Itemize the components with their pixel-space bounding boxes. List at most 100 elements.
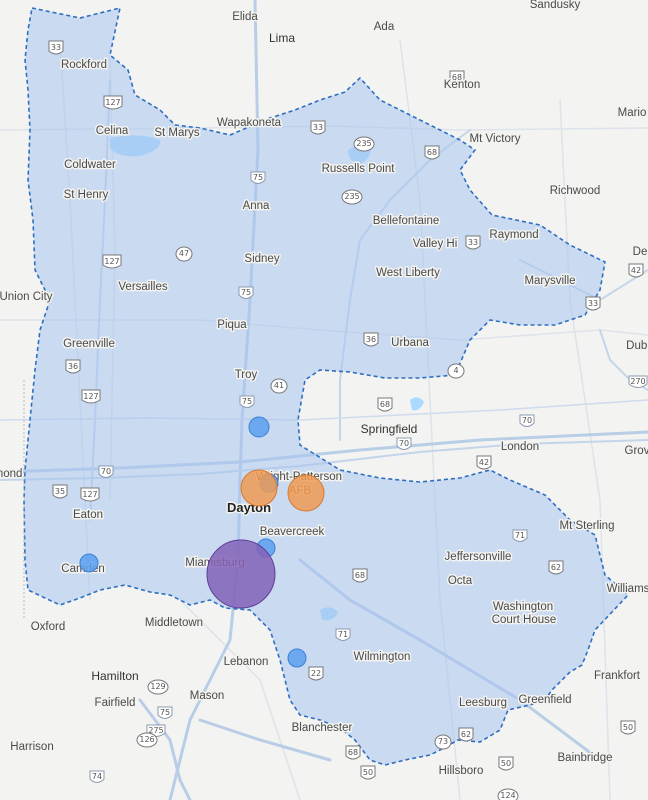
route-shield-number: 235 bbox=[356, 139, 371, 148]
route-71-shield-icon: 71 bbox=[335, 628, 351, 641]
place-label-troy: Troy bbox=[235, 369, 258, 381]
place-label-valley-hi: Valley Hi bbox=[413, 238, 458, 250]
route-35-shield-icon: 35 bbox=[52, 484, 68, 499]
route-shield-number: 50 bbox=[501, 759, 511, 768]
route-127-shield-icon: 127 bbox=[102, 254, 122, 269]
place-label-kenton: Kenton bbox=[444, 79, 480, 91]
route-70-shield-icon: 70 bbox=[98, 465, 114, 478]
route-shield-number: 127 bbox=[104, 257, 119, 266]
route-74-shield-icon: 74 bbox=[89, 770, 105, 783]
route-50-shield-icon: 50 bbox=[620, 720, 636, 735]
route-235-shield-icon: 235 bbox=[353, 136, 375, 152]
place-label-wapakoneta: Wapakoneta bbox=[217, 117, 282, 129]
route-47-shield-icon: 47 bbox=[175, 246, 193, 262]
route-shield-number: 33 bbox=[313, 123, 323, 132]
route-42-shield-icon: 42 bbox=[476, 455, 492, 470]
place-label-hillsboro: Hillsboro bbox=[439, 765, 484, 777]
route-50-shield-icon: 50 bbox=[498, 756, 514, 771]
place-label-london: London bbox=[501, 441, 539, 453]
place-label-elida: Elida bbox=[232, 11, 258, 23]
place-label-lima: Lima bbox=[269, 31, 295, 45]
route-75-shield-icon: 75 bbox=[238, 286, 254, 299]
place-label-eaton: Eaton bbox=[73, 509, 103, 521]
route-shield-number: 270 bbox=[630, 377, 645, 386]
place-label-blanchester: Blanchester bbox=[292, 722, 353, 734]
route-shield-number: 127 bbox=[105, 98, 120, 107]
route-shield-number: 68 bbox=[427, 148, 437, 157]
route-36-shield-icon: 36 bbox=[65, 359, 81, 374]
route-124-shield-icon: 124 bbox=[497, 788, 519, 800]
place-label-jeffersonville: Jeffersonville bbox=[445, 551, 512, 563]
place-label-greenville: Greenville bbox=[63, 338, 115, 350]
route-shield-number: 129 bbox=[150, 682, 165, 691]
marker-wpafb[interactable] bbox=[287, 474, 325, 512]
marker-dayton[interactable] bbox=[240, 469, 278, 507]
place-label-leesburg: Leesburg bbox=[459, 697, 507, 709]
buck-creek-lake bbox=[410, 397, 424, 411]
place-label-st-henry: St Henry bbox=[64, 189, 109, 201]
place-label-de: De bbox=[633, 246, 648, 258]
route-shield-number: 35 bbox=[55, 487, 65, 496]
place-label-sandusky: Sandusky bbox=[530, 0, 581, 11]
place-label-harrison: Harrison bbox=[10, 741, 53, 753]
route-shield-number: 75 bbox=[160, 708, 170, 717]
route-shield-number: 68 bbox=[355, 571, 365, 580]
route-shield-number: 70 bbox=[522, 416, 532, 425]
place-label-sidney: Sidney bbox=[244, 253, 279, 265]
place-label-union-city: Union City bbox=[0, 291, 53, 303]
route-68-shield-icon: 68 bbox=[352, 568, 368, 583]
route-shield-number: 71 bbox=[515, 531, 525, 540]
route-shield-number: 74 bbox=[92, 772, 102, 781]
service-region[interactable] bbox=[23, 6, 630, 766]
route-shield-number: 33 bbox=[588, 299, 598, 308]
route-235-shield-icon: 235 bbox=[341, 189, 363, 205]
route-42-shield-icon: 42 bbox=[628, 263, 644, 278]
place-label-bainbridge: Bainbridge bbox=[558, 752, 613, 764]
marker-tipp-city[interactable] bbox=[248, 416, 270, 438]
route-70-shield-icon: 70 bbox=[396, 437, 412, 450]
place-label-marysville: Marysville bbox=[524, 275, 575, 287]
route-shield-number: 70 bbox=[399, 439, 409, 448]
place-label-wilmington: Wilmington bbox=[354, 651, 411, 663]
marker-lebanon-east[interactable] bbox=[287, 648, 307, 668]
route-shield-number: 33 bbox=[51, 43, 61, 52]
place-label-versailles: Versailles bbox=[118, 281, 167, 293]
place-label-russells-point: Russells Point bbox=[322, 163, 396, 175]
place-label-marion: Mario bbox=[618, 107, 647, 119]
place-label-mt-victory: Mt Victory bbox=[470, 133, 521, 145]
route-shield-number: 73 bbox=[438, 737, 448, 746]
place-label-bellefontaine: Bellefontaine bbox=[373, 215, 440, 227]
route-70-shield-icon: 70 bbox=[519, 414, 535, 427]
place-label-anna: Anna bbox=[243, 200, 270, 212]
route-75-shield-icon: 75 bbox=[239, 395, 255, 408]
route-shield-number: 62 bbox=[551, 563, 561, 572]
marker-camden[interactable] bbox=[79, 553, 99, 573]
place-label-richwood: Richwood bbox=[550, 185, 601, 197]
route-shield-number: 50 bbox=[623, 723, 633, 732]
place-label-oxford: Oxford bbox=[31, 621, 66, 633]
place-label-washington: Washington bbox=[493, 601, 553, 613]
place-label-greenfield: Greenfield bbox=[518, 694, 571, 706]
place-label-dubl: Dubl bbox=[626, 340, 648, 352]
route-71-shield-icon: 71 bbox=[512, 529, 528, 542]
place-label-celina: Celina bbox=[96, 125, 129, 137]
route-129-shield-icon: 129 bbox=[147, 679, 169, 695]
route-126-shield-icon: 126 bbox=[136, 732, 158, 748]
route-33-shield-icon: 33 bbox=[310, 120, 326, 135]
map-canvas[interactable]: 33 68 127 33 68 235 75 235 33 127 47 75 42 33 36 36 4 270… bbox=[0, 0, 648, 800]
route-shield-number: 75 bbox=[242, 397, 252, 406]
place-label-west-liberty: West Liberty bbox=[376, 267, 440, 279]
place-label-mason: Mason bbox=[190, 690, 225, 702]
route-127-shield-icon: 127 bbox=[80, 487, 100, 502]
place-label-lebanon: Lebanon bbox=[224, 656, 269, 668]
place-label-court-house: Court House bbox=[492, 614, 557, 626]
map-svg: 336812733682357523533127477542333636 4270… bbox=[0, 0, 648, 800]
route-shield-number: 42 bbox=[479, 458, 489, 467]
route-68-shield-icon: 68 bbox=[424, 145, 440, 160]
route-33-shield-icon: 33 bbox=[48, 40, 64, 55]
route-75-shield-icon: 75 bbox=[157, 706, 173, 719]
route-75-shield-icon: 75 bbox=[250, 171, 266, 184]
route-shield-number: 62 bbox=[461, 730, 471, 739]
route-41-shield-icon: 41 bbox=[270, 378, 288, 394]
marker-miamisburg[interactable] bbox=[206, 539, 276, 609]
